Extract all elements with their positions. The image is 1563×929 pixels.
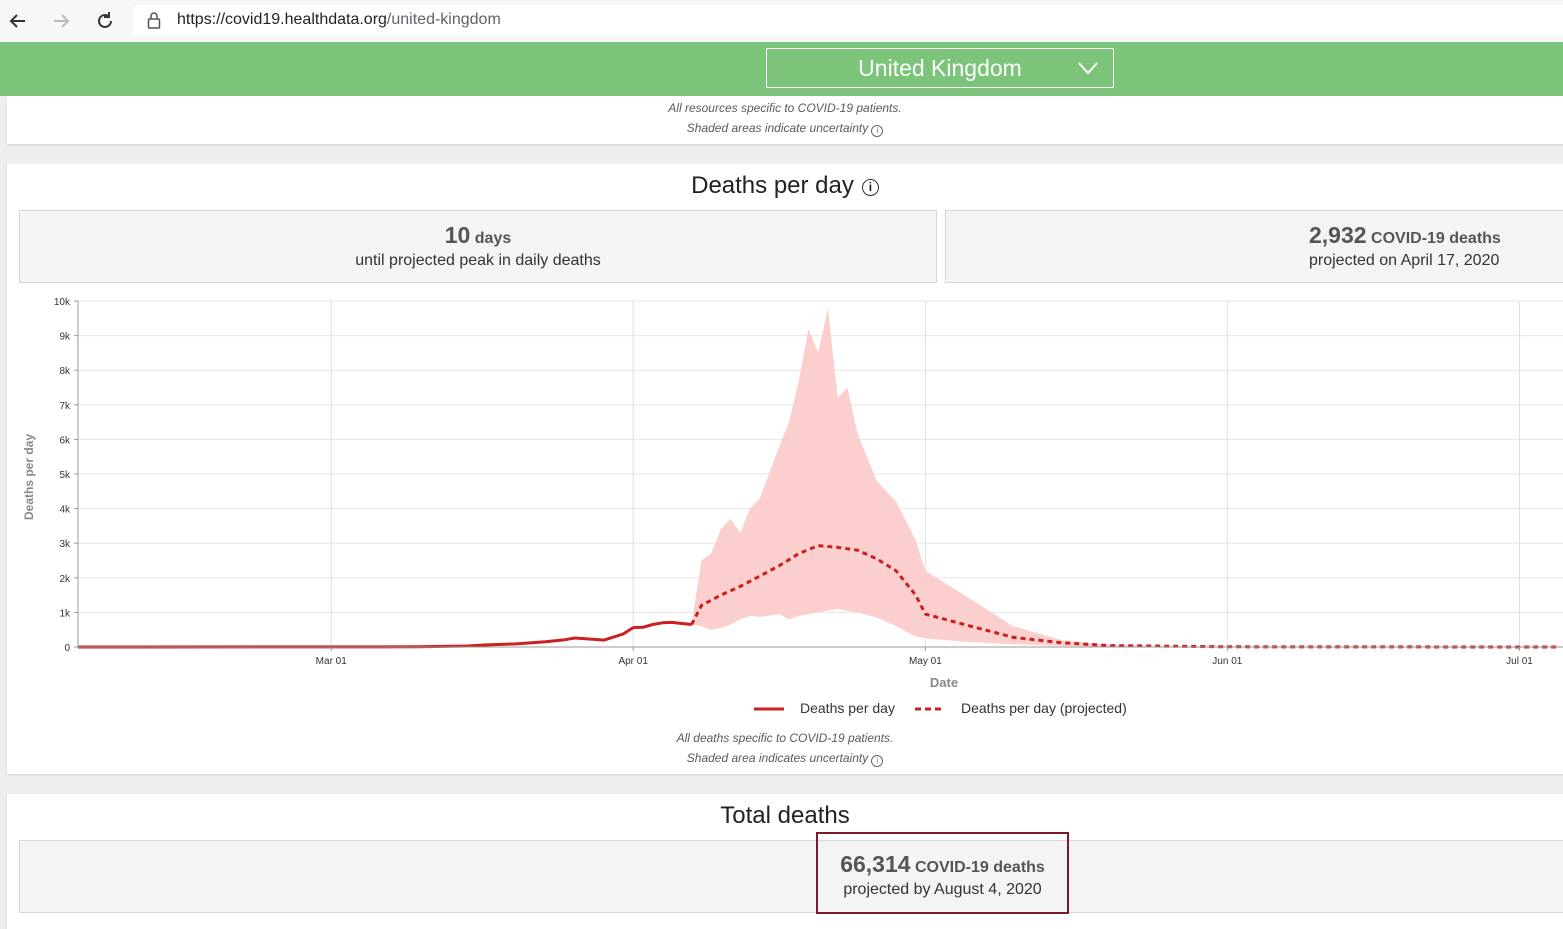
back-arrow-icon — [9, 14, 25, 28]
x-tick-label: Jul 01 — [1506, 656, 1533, 667]
reload-icon — [98, 12, 112, 28]
info-icon[interactable]: i — [871, 125, 884, 137]
legend-actual-label: Deaths per day — [800, 700, 895, 716]
y-tick-label: 10k — [54, 297, 71, 308]
deaths-uncertainty-note-text: Shaded area indicates uncertainty — [686, 751, 869, 765]
peak-deaths-unit: COVID-19 deaths — [1371, 230, 1501, 247]
x-tick-label: May 01 — [909, 656, 942, 667]
uncertainty-note-text: Shaded areas indicate uncertainty — [686, 121, 869, 135]
forward-button[interactable] — [46, 6, 76, 36]
peak-days-stat: 10 days until projected peak in daily de… — [19, 210, 937, 283]
info-icon[interactable]: i — [871, 755, 884, 767]
total-deaths-stat — [19, 840, 1563, 913]
browser-toolbar: https://covid19.healthdata.org/united-ki… — [0, 0, 1563, 43]
peak-deaths-stat: 2,932 COVID-19 deaths projected on April… — [945, 210, 1563, 283]
chevron-down-icon — [1078, 62, 1098, 75]
resources-card: All resources specific to COVID-19 patie… — [7, 96, 1563, 144]
y-tick-label: 1k — [59, 608, 71, 619]
y-tick-label: 2k — [59, 574, 71, 585]
y-tick-label: 7k — [59, 401, 71, 412]
forward-arrow-icon — [54, 14, 70, 28]
y-axis-label: Deaths per day — [22, 434, 36, 520]
deaths-per-day-title: Deaths per day i — [0, 172, 1563, 200]
x-tick-label: Jun 01 — [1212, 656, 1242, 667]
peak-deaths-sub: projected on April 17, 2020 — [1309, 252, 1500, 269]
x-tick-label: Apr 01 — [618, 656, 648, 667]
back-button[interactable] — [3, 6, 33, 36]
y-tick-label: 0 — [64, 643, 70, 654]
y-tick-label: 5k — [59, 470, 71, 481]
peak-days-sub: until projected peak in daily deaths — [355, 252, 601, 269]
url-path: /united-kingdom — [386, 11, 501, 28]
y-tick-label: 4k — [59, 505, 71, 516]
deaths-per-day-chart: 0 1k 2k 3k 4k 5k 6k 7k 8k 9k 10k Mar 01 Apr 01 May 01… — [22, 297, 1563, 716]
url-base: https://covid19.healthdata.org — [177, 11, 387, 28]
url-text: https://covid19.healthdata.org/united-ki… — [177, 11, 501, 29]
y-tick-label: 3k — [59, 539, 71, 550]
y-tick-label: 8k — [59, 366, 71, 377]
uncertainty-band — [691, 307, 1228, 647]
peak-days-number: 10 — [444, 222, 471, 248]
deaths-per-day-title-text: Deaths per day — [691, 172, 854, 199]
actual-deaths-line — [77, 620, 692, 649]
x-tick-label: Mar 01 — [316, 656, 348, 667]
deaths-uncertainty-note: Shaded area indicates uncertainty i — [0, 751, 1563, 767]
y-tick-label: 6k — [59, 435, 71, 446]
total-deaths-title: Total deaths — [720, 802, 850, 829]
resources-note-text: All resources specific to COVID-19 patie… — [668, 101, 902, 115]
title-info-icon[interactable]: i — [861, 179, 879, 196]
y-tick-label: 9k — [59, 332, 71, 343]
resources-note: All resources specific to COVID-19 patie… — [0, 101, 1563, 115]
country-dropdown[interactable]: United Kingdom — [766, 48, 1114, 88]
reload-button[interactable] — [90, 6, 120, 36]
peak-days-unit: days — [474, 230, 512, 247]
peak-deaths-number: 2,932 — [1309, 222, 1367, 248]
lock-icon — [147, 12, 161, 29]
highlight-box — [816, 832, 1069, 914]
country-label: United Kingdom — [858, 55, 1022, 81]
x-axis-label: Date — [930, 675, 958, 690]
uncertainty-band-group — [691, 307, 1228, 647]
uncertainty-note: Shaded areas indicate uncertainty i — [0, 121, 1563, 137]
legend-projected-label: Deaths per day (projected) — [961, 700, 1127, 716]
